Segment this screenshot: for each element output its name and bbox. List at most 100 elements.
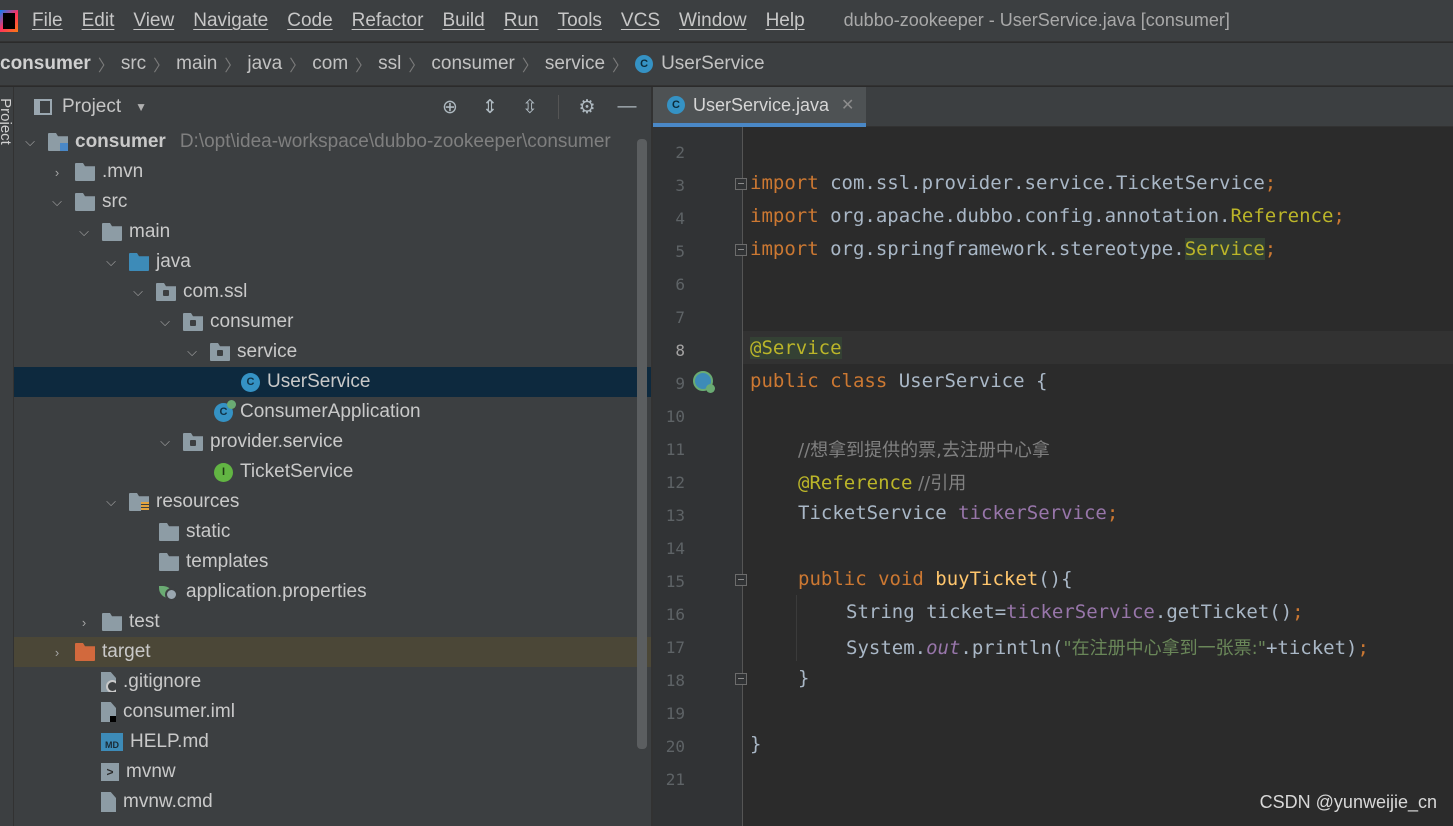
breadcrumb-item[interactable]: consumer [431,53,514,75]
breadcrumb-item[interactable]: src [121,53,146,75]
expand-all-icon[interactable]: ⇕ [478,95,502,119]
project-tool-window-button[interactable]: Project [0,98,14,145]
menu-file[interactable]: File [32,10,63,32]
code-line: System.out.println("在注册中心拿到一张票:"+ticket)… [846,634,1369,660]
tree-item-service-package[interactable]: ⌵ service [14,337,651,367]
dropdown-arrow-icon[interactable]: ▼ [135,100,147,114]
tree-item-src[interactable]: ⌵ src [14,187,651,217]
chevron-down-icon[interactable]: ⌵ [103,254,119,270]
tree-item-static[interactable]: static [14,517,651,547]
tree-item-application-properties[interactable]: application.properties [14,577,651,607]
tree-item-target[interactable]: › target [14,637,651,667]
tree-item-java[interactable]: ⌵ java [14,247,651,277]
code-line: import org.springframework.stereotype.Se… [750,238,1276,260]
menu-code[interactable]: Code [287,10,332,32]
spring-properties-icon [159,583,179,601]
fold-marker-icon[interactable] [735,178,747,190]
tool-window-stripe: Project [0,87,14,826]
project-view-selector[interactable]: Project [62,96,121,118]
locate-file-icon[interactable]: ⊕ [438,95,462,119]
keyword: import [750,238,819,260]
menu-navigate[interactable]: Navigate [193,10,268,32]
menu-edit[interactable]: Edit [82,10,115,32]
chevron-right-icon: 〉 [153,58,170,75]
breadcrumb-item[interactable]: com [312,53,348,75]
hide-panel-icon[interactable]: — [615,95,639,119]
breadcrumb-item[interactable]: service [545,53,605,75]
tree-item-com-ssl[interactable]: ⌵ com.ssl [14,277,651,307]
chevron-down-icon[interactable]: ⌵ [157,434,173,450]
project-panel-scrollbar[interactable] [637,139,647,749]
tree-item-label: com.ssl [183,281,248,302]
code-editor[interactable]: 2 3 4 5 6 7 8 9 10 11 12 13 14 15 16 17 … [653,127,1453,826]
tree-item-consumer-module[interactable]: ⌵ consumer D:\opt\idea-workspace\dubbo-z… [14,127,651,157]
line-number: 6 [675,275,685,294]
line-number: 3 [675,176,685,195]
chevron-right-icon[interactable]: › [49,164,65,180]
tree-item-test[interactable]: › test [14,607,651,637]
breadcrumb-item[interactable]: java [247,53,282,75]
menu-tools[interactable]: Tools [558,10,602,32]
menu-build[interactable]: Build [442,10,484,32]
string-literal: "在注册中心拿到一张票:" [1063,638,1266,659]
folder-icon [75,163,95,181]
closing-brace: } [750,733,762,755]
code-text: .getTicket() [1154,601,1293,623]
chevron-right-icon[interactable]: › [76,614,92,630]
breadcrumb-item[interactable]: main [176,53,217,75]
import-class: Reference [1230,205,1334,227]
menu-refactor[interactable]: Refactor [352,10,424,32]
chevron-down-icon[interactable]: ⌵ [184,344,200,360]
menu-vcs[interactable]: VCS [621,10,660,32]
tree-item-consumerapplication[interactable]: C ConsumerApplication [14,397,651,427]
code-line: @Service [750,337,842,359]
tree-item-mvnw[interactable]: > mvnw [14,757,651,787]
tree-item-main[interactable]: ⌵ main [14,217,651,247]
semicolon: ; [1357,637,1369,659]
chevron-down-icon[interactable]: ⌵ [157,314,173,330]
code-line: } [798,667,809,689]
breadcrumb: consumer 〉 src 〉 main 〉 java 〉 com 〉 ssl… [0,43,1453,86]
menu-view[interactable]: View [133,10,174,32]
tree-item-mvnw-cmd[interactable]: mvnw.cmd [14,787,651,817]
chevron-down-icon[interactable]: ⌵ [76,224,92,240]
tree-item-userservice[interactable]: C UserService [14,367,651,397]
tree-item-label: TicketService [240,461,354,482]
tab-userservice-java[interactable]: C UserService.java ✕ [653,87,866,127]
tree-item-label: test [129,611,160,632]
chevron-down-icon[interactable]: ⌵ [22,134,38,150]
fold-marker-icon[interactable] [735,574,747,586]
tree-item-provider-service[interactable]: ⌵ provider.service [14,427,651,457]
tree-item-consumer-package[interactable]: ⌵ consumer [14,307,651,337]
line-number: 18 [665,671,685,690]
chevron-down-icon[interactable]: ⌵ [103,494,119,510]
fold-marker-icon[interactable] [735,244,747,256]
breadcrumb-item[interactable]: ssl [378,53,401,75]
menu-run[interactable]: Run [504,10,539,32]
tree-item-help-md[interactable]: MD HELP.md [14,727,651,757]
collapse-all-icon[interactable]: ⇳ [518,95,542,119]
gear-icon[interactable]: ⚙ [575,95,599,119]
tree-item-consumer-iml[interactable]: consumer.iml [14,697,651,727]
chevron-right-icon[interactable]: › [49,644,65,660]
tree-item-templates[interactable]: templates [14,547,651,577]
tree-item-label: main [129,221,171,242]
tree-item-label: provider.service [210,431,344,452]
chevron-down-icon[interactable]: ⌵ [130,284,146,300]
code-line: String ticket=tickerService.getTicket(); [846,601,1304,623]
breadcrumb-item[interactable]: consumer [0,53,91,75]
menu-help[interactable]: Help [766,10,805,32]
tree-item-mvn[interactable]: › .mvn [14,157,651,187]
breadcrumb-item[interactable]: UserService [661,53,764,75]
menu-window[interactable]: Window [679,10,747,32]
tree-item-resources[interactable]: ⌵ resources [14,487,651,517]
fold-marker-icon[interactable] [735,673,747,685]
tree-item-label: UserService [267,371,371,392]
tree-item-gitignore[interactable]: .gitignore [14,667,651,697]
project-panel-icon [34,99,52,115]
chevron-down-icon[interactable]: ⌵ [49,194,65,210]
folder-icon [102,613,122,631]
spring-bean-gutter-icon[interactable] [693,371,715,393]
close-icon[interactable]: ✕ [841,95,854,115]
tree-item-ticketservice[interactable]: I TicketService [14,457,651,487]
